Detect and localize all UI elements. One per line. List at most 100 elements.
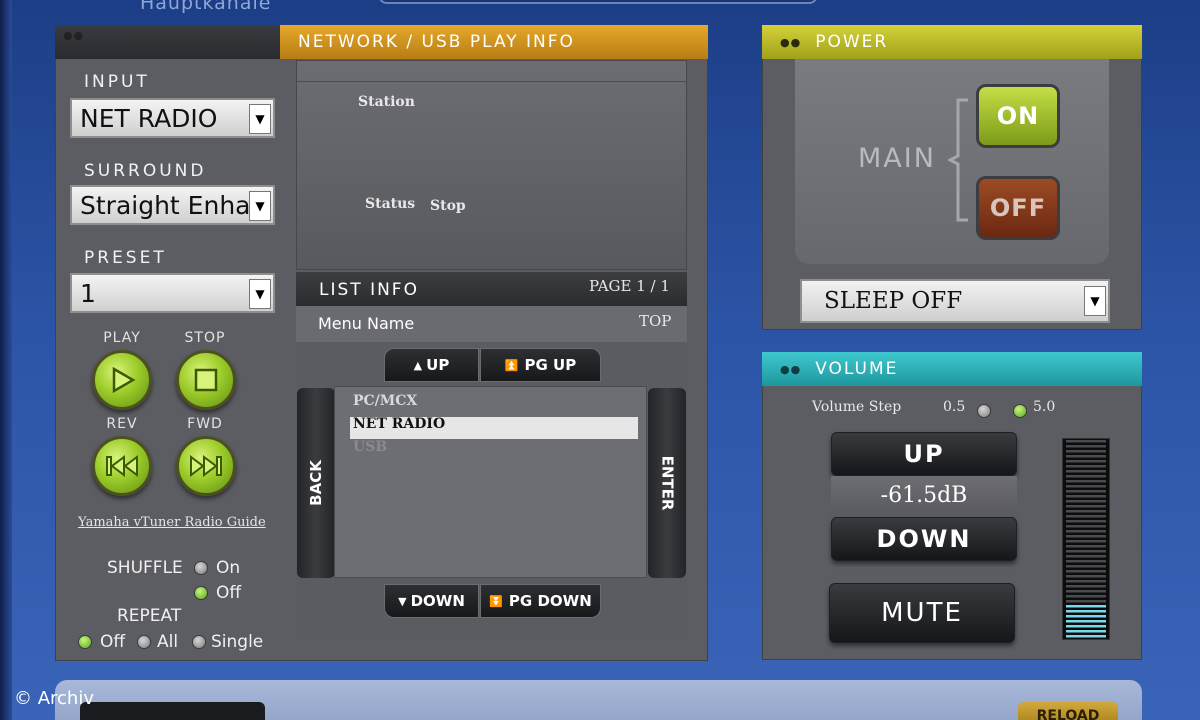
rev-button[interactable] (92, 436, 152, 496)
volume-header: ●● VOLUME (762, 352, 1142, 386)
preset-value: 1 (80, 278, 96, 308)
meter-bar (1066, 450, 1106, 453)
sleep-select[interactable]: SLEEP OFF ▼ (800, 279, 1110, 323)
chevron-down-icon[interactable]: ▼ (249, 279, 271, 309)
station-label: Station (358, 94, 415, 110)
shuffle-on-radio[interactable] (194, 561, 208, 575)
input-label: INPUT (84, 72, 150, 92)
page-indicator: PAGE 1 / 1 (589, 277, 670, 295)
enter-label: ENTER (658, 455, 676, 511)
meter-bar (1066, 555, 1106, 558)
meter-bar (1066, 445, 1106, 448)
meter-bar (1066, 470, 1106, 473)
panel-dots: ●● (780, 362, 802, 376)
panel-dots: ●● (780, 35, 802, 49)
divider (297, 81, 686, 82)
power-off-button[interactable]: OFF (976, 176, 1060, 240)
meter-bar (1066, 475, 1106, 478)
double-arrow-up-icon: ⏫ (504, 358, 519, 372)
volume-meter-bars (1066, 440, 1106, 638)
repeat-single-label: Single (211, 632, 264, 652)
fwd-button[interactable] (176, 436, 236, 496)
meter-bar (1066, 520, 1106, 523)
main-panel-header: ●● (55, 25, 280, 59)
sleep-value: SLEEP OFF (824, 288, 963, 314)
play-button[interactable] (92, 350, 152, 410)
surround-label: SURROUND (84, 161, 207, 181)
meter-bar (1066, 545, 1106, 548)
copyright-credit: © Archiv (14, 688, 94, 709)
shuffle-label: SHUFFLE (107, 558, 183, 578)
power-header: ●● POWER (762, 25, 1142, 59)
list-info-title: LIST INFO (319, 280, 419, 300)
meter-bar (1066, 535, 1106, 538)
status-value: Stop (430, 198, 466, 214)
meter-bar (1066, 580, 1106, 583)
meter-bar (1066, 455, 1106, 458)
repeat-label: REPEAT (117, 606, 182, 626)
volume-down-button[interactable]: DOWN (831, 517, 1017, 561)
reload-button[interactable]: RELOAD (1018, 702, 1118, 720)
back-label: BACK (307, 460, 325, 506)
channel-bar (378, 0, 818, 4)
top-button[interactable]: TOP (639, 312, 671, 330)
meter-bar (1066, 585, 1106, 588)
meter-bar (1066, 505, 1106, 508)
meter-bar (1066, 480, 1106, 483)
meter-bar (1066, 440, 1106, 443)
pg-up-button[interactable]: ⏫ PG UP (480, 348, 601, 382)
meter-bar (1066, 595, 1106, 598)
volume-step-b-radio[interactable] (1013, 404, 1027, 418)
repeat-off-label: Off (100, 632, 126, 652)
meter-bar (1066, 560, 1106, 563)
list-item[interactable]: NET RADIO (353, 416, 445, 432)
input-select[interactable]: NET RADIO ▼ (70, 98, 275, 138)
meter-bar (1066, 465, 1106, 468)
meter-bar (1066, 515, 1106, 518)
meter-bar (1066, 625, 1106, 628)
mute-button[interactable]: MUTE (829, 583, 1015, 643)
meter-bar (1066, 530, 1106, 533)
enter-button[interactable]: ENTER (648, 388, 686, 578)
volume-title: VOLUME (815, 359, 899, 379)
chevron-down-icon[interactable]: ▼ (1084, 286, 1106, 316)
shuffle-off-radio[interactable] (194, 586, 208, 600)
volume-up-button[interactable]: UP (831, 432, 1017, 476)
volume-step-a-label: 0.5 (943, 399, 966, 415)
surround-select[interactable]: Straight Enha ▼ (70, 185, 275, 225)
meter-bar (1066, 635, 1106, 638)
repeat-single-radio[interactable] (192, 635, 206, 649)
meter-bar (1066, 620, 1106, 623)
volume-step-a-radio[interactable] (977, 404, 991, 418)
up-button[interactable]: ▲ UP (384, 348, 479, 382)
repeat-all-radio[interactable] (137, 635, 151, 649)
chevron-down-icon[interactable]: ▼ (249, 104, 271, 134)
meter-bar (1066, 565, 1106, 568)
back-button[interactable]: BACK (297, 388, 335, 578)
bottom-control[interactable] (80, 702, 265, 720)
volume-meter (1062, 438, 1110, 640)
preset-label: PRESET (84, 248, 167, 268)
meter-bar (1066, 460, 1106, 463)
chevron-down-icon[interactable]: ▼ (249, 191, 271, 221)
bracket-icon (948, 98, 968, 222)
pg-up-label: PG UP (524, 356, 577, 374)
stop-button[interactable] (176, 350, 236, 410)
meter-bar (1066, 600, 1106, 603)
meter-bar (1066, 610, 1106, 613)
pg-down-button[interactable]: ⏬ PG DOWN (480, 584, 601, 618)
list-item[interactable]: PC/MCX (353, 393, 417, 409)
list-item[interactable]: USB (353, 439, 387, 455)
repeat-off-radio[interactable] (78, 635, 92, 649)
meter-bar (1066, 490, 1106, 493)
input-value: NET RADIO (80, 103, 218, 133)
panel-dots: ●● (63, 29, 85, 42)
list-box (334, 386, 647, 578)
down-button[interactable]: ▼ DOWN (384, 584, 479, 618)
page-title: Hauptkanäle (140, 0, 272, 14)
shuffle-on-label: On (216, 558, 241, 578)
power-on-button[interactable]: ON (976, 84, 1060, 148)
preset-select[interactable]: 1 ▼ (70, 273, 275, 313)
vtuner-guide-link[interactable]: Yamaha vTuner Radio Guide (78, 515, 266, 530)
rewind-icon (106, 455, 138, 477)
